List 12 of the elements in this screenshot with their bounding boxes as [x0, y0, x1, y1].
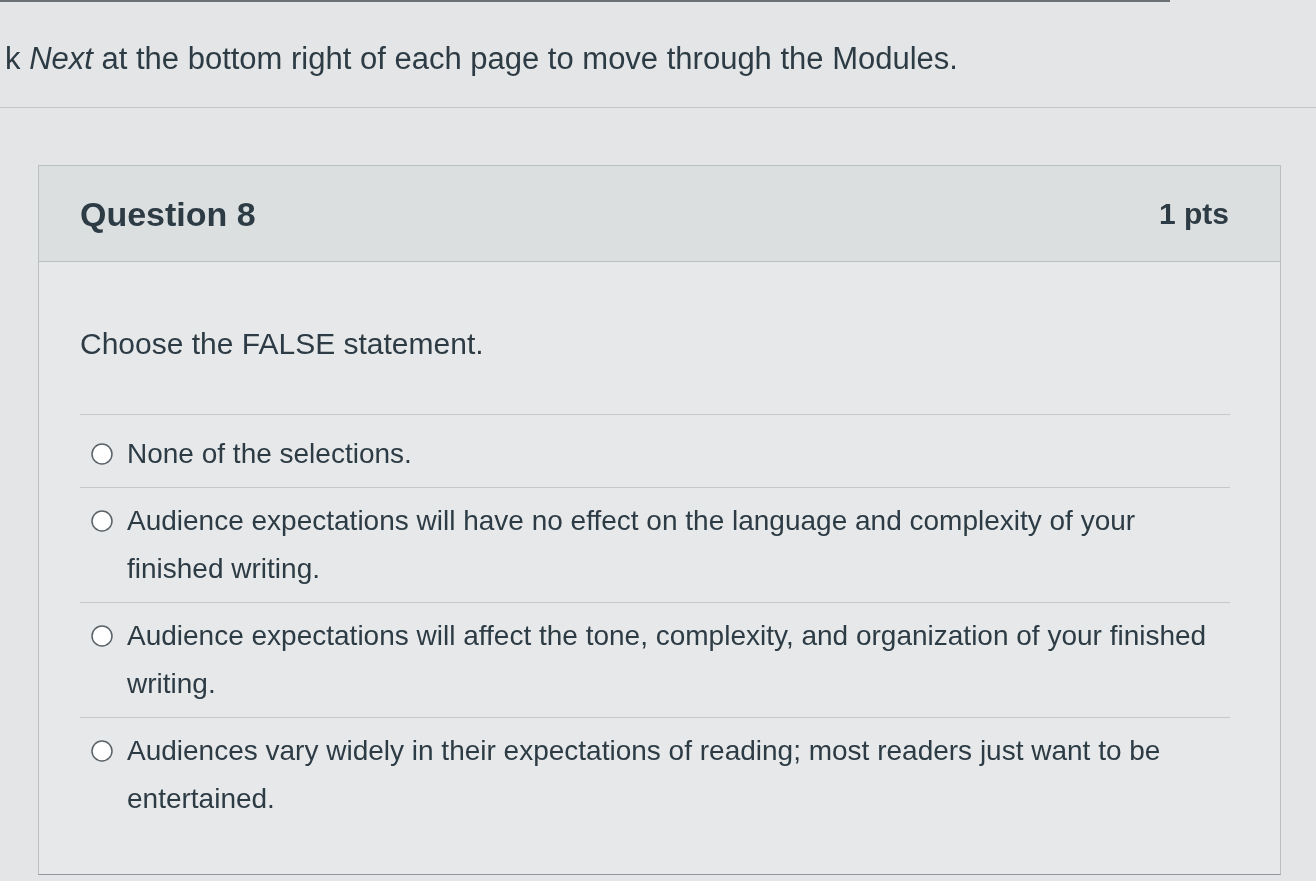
radio-button[interactable] — [91, 510, 113, 532]
radio-button[interactable] — [91, 740, 113, 762]
radio-button[interactable] — [91, 625, 113, 647]
radio-button[interactable] — [91, 443, 113, 465]
instruction-text: k Next at the bottom right of each page to move through the Modules. — [5, 40, 958, 78]
answer-text: Audience expectations will affect the tone, complexity, and organization of your finished writing. — [127, 619, 1208, 701]
question-title: Question 8 — [80, 193, 256, 235]
answer-text: Audience expectations will have no effect on the language and complexity of your finished writing. — [127, 504, 1137, 586]
answer-text: None of the selections. — [127, 437, 413, 471]
question-prompt: Choose the FALSE statement. — [80, 326, 484, 362]
answer-text: Audiences vary widely in their expectations of reading; most readers just want to be entertained. — [127, 734, 1162, 816]
points-label: 1 pts — [1158, 195, 1229, 232]
